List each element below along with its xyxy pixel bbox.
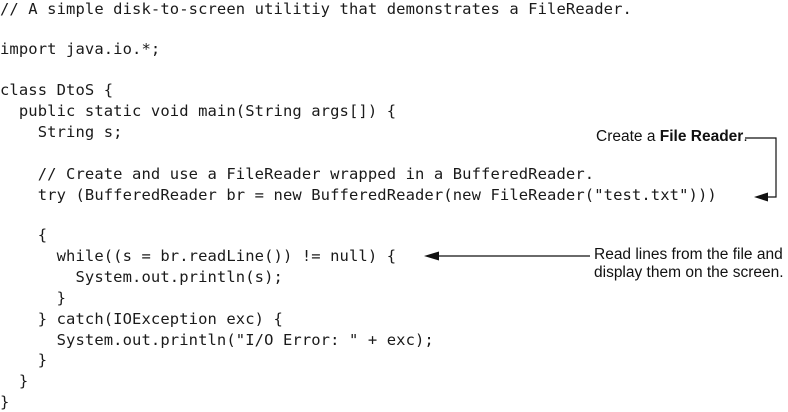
code-line-5: class DtoS { (0, 81, 114, 99)
code-line-14: System.out.println(s); (0, 268, 283, 286)
code-line-17: System.out.println("I/O Error: " + exc); (0, 331, 434, 349)
code-line-13: while((s = br.readLine()) != null) { (0, 247, 397, 265)
read-lines-callout-line2: display them on the screen. (594, 264, 784, 281)
code-line-9: // Create and use a FileReader wrapped i… (0, 165, 595, 183)
code-line-6: public static void main(String args[]) { (0, 102, 397, 120)
file-reader-callout-prefix: Create a (596, 128, 660, 145)
code-listing: // A simple disk-to-screen utilitiy that… (0, 0, 788, 412)
code-line-3: import java.io.*; (0, 40, 161, 58)
code-line-16: } catch(IOException exc) { (0, 310, 283, 328)
file-reader-callout: Create a File Reader. (596, 127, 748, 147)
code-line-1: // A simple disk-to-screen utilitiy that… (0, 0, 632, 18)
code-line-20: } (0, 393, 10, 411)
code-line-19: } (0, 372, 29, 390)
read-lines-callout-line1: Read lines from the file and (594, 246, 783, 263)
code-line-12: { (0, 226, 48, 244)
file-reader-callout-suffix: . (743, 128, 748, 145)
code-line-15: } (0, 289, 67, 307)
code-line-18: } (0, 351, 48, 369)
file-reader-callout-bold: File Reader (659, 128, 744, 145)
code-line-7: String s; (0, 123, 123, 141)
code-line-10: try (BufferedReader br = new BufferedRea… (0, 186, 717, 204)
